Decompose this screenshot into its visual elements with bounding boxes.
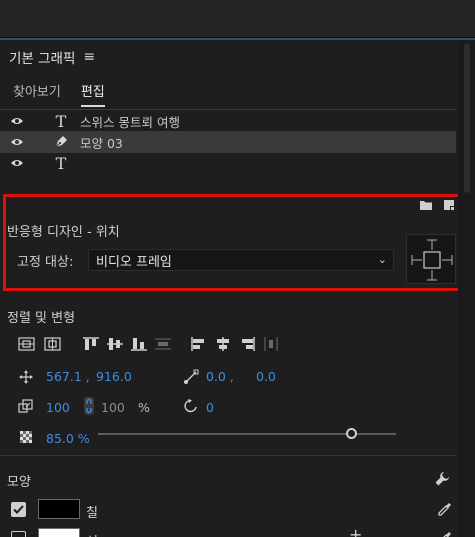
scrollbar-thumb[interactable] xyxy=(464,43,470,193)
pin-edges-widget[interactable] xyxy=(406,234,456,284)
panel-title: 기본 그래픽 ≡ xyxy=(9,47,95,67)
appearance-title: 모양 xyxy=(7,475,31,490)
responsive-design-title: 반응형 디자인 - 위치 xyxy=(7,225,120,240)
text-layer-icon: T xyxy=(55,111,67,131)
opacity-checker-icon xyxy=(20,431,32,443)
eye-icon[interactable] xyxy=(10,116,24,126)
pin-to-label: 고정 대상: xyxy=(17,255,74,270)
wrench-icon[interactable] xyxy=(434,471,450,487)
pin-to-value: 비디오 프레임 xyxy=(96,254,172,270)
rotation-value[interactable]: 0 xyxy=(206,400,214,415)
fill-checkbox[interactable] xyxy=(11,502,26,517)
align-vertical-center-icon[interactable] xyxy=(106,336,124,352)
anchor-x-value[interactable]: 0.0 , xyxy=(206,369,234,384)
scale-unit: % xyxy=(138,400,150,415)
panel-scrollbar[interactable] xyxy=(458,41,475,537)
tab-edit[interactable]: 편집 xyxy=(80,81,105,107)
pin-to-dropdown[interactable]: 비디오 프레임 ⌄ xyxy=(88,249,394,271)
link-scale-icon[interactable] xyxy=(83,396,95,416)
eyedropper-icon[interactable] xyxy=(437,502,452,517)
checkmark-icon xyxy=(13,505,24,514)
position-move-icon xyxy=(19,370,33,384)
opacity-slider-handle[interactable] xyxy=(345,428,357,439)
text-layer-icon: T xyxy=(55,153,67,173)
chevron-down-icon: ⌄ xyxy=(377,253,387,266)
position-y-value[interactable]: 916.0 xyxy=(96,369,132,384)
anchor-point-icon xyxy=(184,369,199,384)
align-horizontal-center-frame-icon[interactable] xyxy=(44,336,62,352)
layer-actions xyxy=(419,199,455,211)
align-transform-title: 정렬 및 변형 xyxy=(7,311,76,326)
tab-bar: 찾아보기 편집 xyxy=(13,81,105,107)
eyedropper-icon[interactable] xyxy=(437,531,452,537)
position-row: 567.1 , 916.0 0.0 , 0.0 xyxy=(0,368,456,386)
scale-value[interactable]: 100 xyxy=(46,400,70,415)
add-stroke-icon[interactable]: + xyxy=(349,525,362,537)
opacity-row: 85.0 % xyxy=(0,428,456,446)
layer-name: 모양 03 xyxy=(80,135,123,151)
align-horizontal-center-icon[interactable] xyxy=(214,336,232,352)
scale-linked-value: 100 xyxy=(101,400,125,415)
distribute-vertical-icon xyxy=(155,338,171,350)
align-left-icon[interactable] xyxy=(190,336,208,352)
stroke-label: 선 xyxy=(86,531,98,537)
stroke-checkbox[interactable] xyxy=(11,531,26,537)
essential-graphics-panel: 기본 그래픽 ≡ 찾아보기 편집 T 스위스 몽트뢰 여행 모양 03 T 반응… xyxy=(0,41,475,537)
panel-menu-icon[interactable]: ≡ xyxy=(83,49,95,65)
align-vertical-center-frame-icon[interactable] xyxy=(18,336,36,352)
new-group-folder-icon[interactable] xyxy=(419,199,433,211)
tab-browse[interactable]: 찾아보기 xyxy=(13,81,61,107)
align-right-icon[interactable] xyxy=(238,336,256,352)
top-strip xyxy=(0,0,475,40)
layer-row[interactable]: T 스위스 몽트뢰 여행 xyxy=(0,110,456,132)
pen-icon xyxy=(52,131,70,153)
fill-color-swatch[interactable] xyxy=(38,499,80,519)
eye-icon[interactable] xyxy=(10,137,24,147)
align-top-icon[interactable] xyxy=(82,336,100,352)
opacity-value[interactable]: 85.0 % xyxy=(46,431,90,446)
anchor-y-value[interactable]: 0.0 xyxy=(256,369,276,384)
stroke-color-swatch[interactable] xyxy=(38,528,80,537)
new-layer-icon[interactable] xyxy=(443,199,455,211)
fill-label: 칠 xyxy=(86,506,98,521)
panel-title-text: 기본 그래픽 xyxy=(9,51,76,67)
scale-row: 100 100 % 0 xyxy=(0,397,456,415)
layer-name: 스위스 몽트뢰 여행 xyxy=(80,114,180,130)
panel-focus-accent xyxy=(0,38,475,40)
layer-row[interactable]: T xyxy=(0,152,456,174)
layer-row-selected[interactable]: 모양 03 xyxy=(0,131,456,153)
align-toolbar xyxy=(18,335,280,353)
distribute-horizontal-icon xyxy=(264,337,278,351)
align-bottom-icon[interactable] xyxy=(130,336,148,352)
section-divider xyxy=(0,455,456,456)
eye-icon[interactable] xyxy=(10,158,24,168)
highlight-box xyxy=(3,194,469,291)
pin-edges-icon xyxy=(411,239,453,281)
scale-icon xyxy=(18,399,33,413)
position-x-value[interactable]: 567.1 , xyxy=(46,369,90,384)
rotation-icon xyxy=(184,399,197,413)
